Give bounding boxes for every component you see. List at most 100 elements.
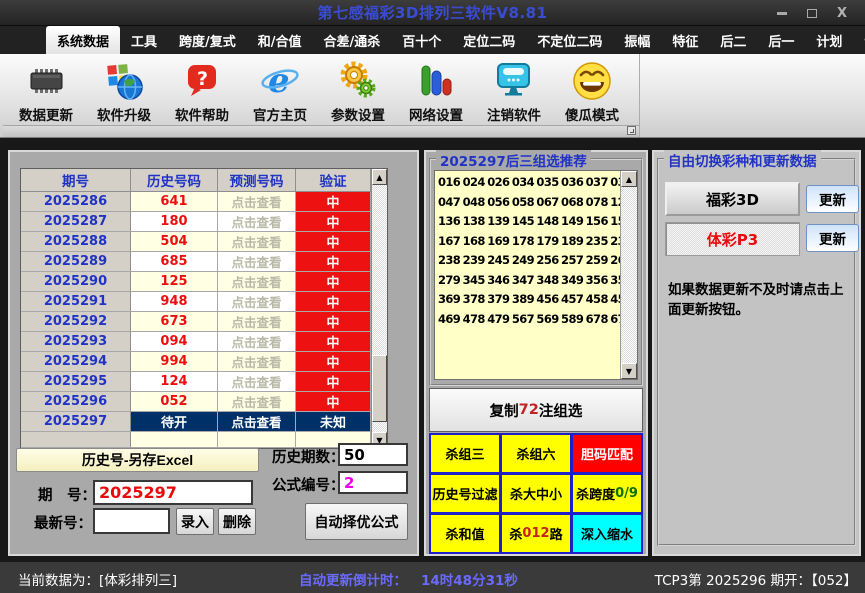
scroll-up-icon[interactable]: ▲: [621, 171, 637, 187]
update-tcp3-button[interactable]: 更新: [806, 224, 859, 252]
history-number-cell: 052: [131, 392, 218, 412]
kill-group6-button[interactable]: 杀组六: [502, 435, 570, 472]
network-settings-button[interactable]: 网络设置: [401, 57, 471, 124]
chip-icon: [24, 59, 68, 103]
verify-cell: 中: [296, 192, 371, 212]
history-filter-button[interactable]: 历史号过滤: [431, 475, 499, 512]
tab-plan2[interactable]: 计划2: [853, 26, 865, 54]
table-row: 2025288 504 点击查看 中: [21, 232, 371, 252]
predict-link-cell[interactable]: 点击查看: [218, 372, 296, 392]
tab-plan[interactable]: 计划: [805, 26, 853, 54]
verify-cell: 中: [296, 212, 371, 232]
entry-button[interactable]: 录入: [176, 508, 214, 535]
predict-link-cell[interactable]: 点击查看: [218, 412, 296, 432]
history-count-input[interactable]: [338, 443, 408, 466]
period-cell: 2025295: [21, 372, 131, 392]
period-cell: 2025288: [21, 232, 131, 252]
ticai-p3-button[interactable]: 体彩P3: [665, 222, 800, 256]
history-number-cell: 180: [131, 212, 218, 232]
monitor-icon: [492, 59, 536, 103]
scrollbar-thumb[interactable]: [372, 355, 387, 423]
verify-cell: 中: [296, 392, 371, 412]
kill-big-mid-small-button[interactable]: 杀大中小: [502, 475, 570, 512]
minimize-button[interactable]: [771, 3, 793, 23]
latest-draw-status: TCP3第 2025296 期开：【052】: [654, 573, 857, 589]
history-number-cell: 685: [131, 252, 218, 272]
ribbon-strip: [3, 125, 639, 137]
recommended-numbers-area[interactable]: 016 024 026 034 035 036 037 038 046 047 …: [434, 170, 638, 380]
help-bubble-icon: ?: [180, 59, 224, 103]
predict-link-cell[interactable]: 点击查看: [218, 312, 296, 332]
logout-software-button[interactable]: 注销软件: [479, 57, 549, 124]
table-row: 2025295 124 点击查看 中: [21, 372, 371, 392]
restore-icon: [807, 8, 817, 18]
kill-sum-button[interactable]: 杀和值: [431, 515, 499, 552]
lottery-switch-panel: 自由切换彩种和更新数据 福彩3D 更新 体彩P3 更新 如果数据更新不及时请点击…: [652, 150, 861, 556]
software-help-button[interactable]: ? 软件帮助: [167, 57, 237, 124]
fucai-3d-button[interactable]: 福彩3D: [665, 182, 800, 216]
tab-unpositioned-2code[interactable]: 不定位二码: [526, 26, 613, 54]
scroll-up-icon[interactable]: ▲: [372, 169, 387, 185]
data-update-button[interactable]: 数据更新: [11, 57, 81, 124]
table-row: 2025294 994 点击查看 中: [21, 352, 371, 372]
verify-cell: 中: [296, 312, 371, 332]
export-excel-button[interactable]: 历史号-另存Excel: [16, 448, 259, 472]
easy-mode-button[interactable]: 傻瓜模式: [557, 57, 627, 124]
tab-span-duplex[interactable]: 跨度/复式: [168, 26, 247, 54]
table-row: 2025292 673 点击查看 中: [21, 312, 371, 332]
dan-match-button[interactable]: 胆码匹配: [573, 435, 641, 472]
table-row: 2025290 125 点击查看 中: [21, 272, 371, 292]
latest-number-input[interactable]: [93, 508, 170, 534]
update-fc3d-button[interactable]: 更新: [806, 185, 859, 213]
history-number-cell: 125: [131, 272, 218, 292]
deep-shrink-button[interactable]: 深入缩水: [573, 515, 641, 552]
predict-link-cell[interactable]: 点击查看: [218, 332, 296, 352]
verify-cell: 中: [296, 272, 371, 292]
table-row: 2025296 052 点击查看 中: [21, 392, 371, 412]
history-number-cell: 待开: [131, 412, 218, 432]
kill-span-0-9-button[interactable]: 杀跨度 0/9: [573, 475, 641, 512]
auto-formula-button[interactable]: 自动择优公式: [305, 503, 408, 540]
tab-sum-value[interactable]: 和/合值: [247, 26, 313, 54]
tab-system-data[interactable]: 系统数据: [46, 26, 121, 54]
toolbar: 数据更新 软件升级 ? 软件帮助 e 官方主页 参数设置 网络设置 注销软件 傻…: [0, 54, 865, 138]
update-hint-text: 如果数据更新不及时请点击上面更新按钮。: [668, 282, 844, 319]
predict-link-cell[interactable]: 点击查看: [218, 272, 296, 292]
predict-link-cell[interactable]: 点击查看: [218, 252, 296, 272]
scroll-down-icon[interactable]: ▼: [621, 363, 637, 379]
dialog-launcher-icon[interactable]: [627, 126, 636, 135]
delete-button[interactable]: 删除: [218, 508, 256, 535]
verify-cell: 中: [296, 352, 371, 372]
column-header-verify: 验证: [296, 169, 371, 192]
predict-link-cell[interactable]: 点击查看: [218, 292, 296, 312]
tab-tools[interactable]: 工具: [120, 26, 168, 54]
table-row: 2025293 094 点击查看 中: [21, 332, 371, 352]
predict-link-cell[interactable]: 点击查看: [218, 212, 296, 232]
tab-last-one[interactable]: 后一: [757, 26, 805, 54]
software-upgrade-button[interactable]: 软件升级: [89, 57, 159, 124]
formula-number-input[interactable]: [338, 471, 408, 494]
tab-amplitude[interactable]: 振幅: [613, 26, 661, 54]
period-cell: 2025296: [21, 392, 131, 412]
official-homepage-button[interactable]: e 官方主页: [245, 57, 315, 124]
close-button[interactable]: X: [831, 3, 853, 23]
table-header-row: 期号 历史号码 预测号码 验证: [21, 169, 371, 192]
tab-last-two[interactable]: 后二: [709, 26, 757, 54]
predict-link-cell[interactable]: 点击查看: [218, 352, 296, 372]
tab-sumdiff-killall[interactable]: 合差/通杀: [313, 26, 392, 54]
period-input[interactable]: [93, 480, 253, 505]
copy-72-groups-button[interactable]: 复制 72 注组选: [429, 388, 643, 432]
kill-012-road-button[interactable]: 杀 012 路: [502, 515, 570, 552]
tab-features[interactable]: 特征: [661, 26, 709, 54]
table-scrollbar[interactable]: ▲ ▼: [371, 169, 387, 448]
numbers-scrollbar[interactable]: ▲ ▼: [620, 171, 637, 379]
predict-link-cell[interactable]: 点击查看: [218, 392, 296, 412]
parameter-settings-button[interactable]: 参数设置: [323, 57, 393, 124]
tab-hundred-ten-unit[interactable]: 百十个: [391, 26, 452, 54]
tab-positioned-2code[interactable]: 定位二码: [452, 26, 526, 54]
kill-group3-button[interactable]: 杀组三: [431, 435, 499, 472]
predict-link-cell[interactable]: 点击查看: [218, 232, 296, 252]
restore-button[interactable]: [801, 3, 823, 23]
predict-link-cell[interactable]: 点击查看: [218, 192, 296, 212]
recommendation-groupbox: 2025297后三组选推荐 016 024 026 034 035 036 03…: [429, 150, 643, 386]
